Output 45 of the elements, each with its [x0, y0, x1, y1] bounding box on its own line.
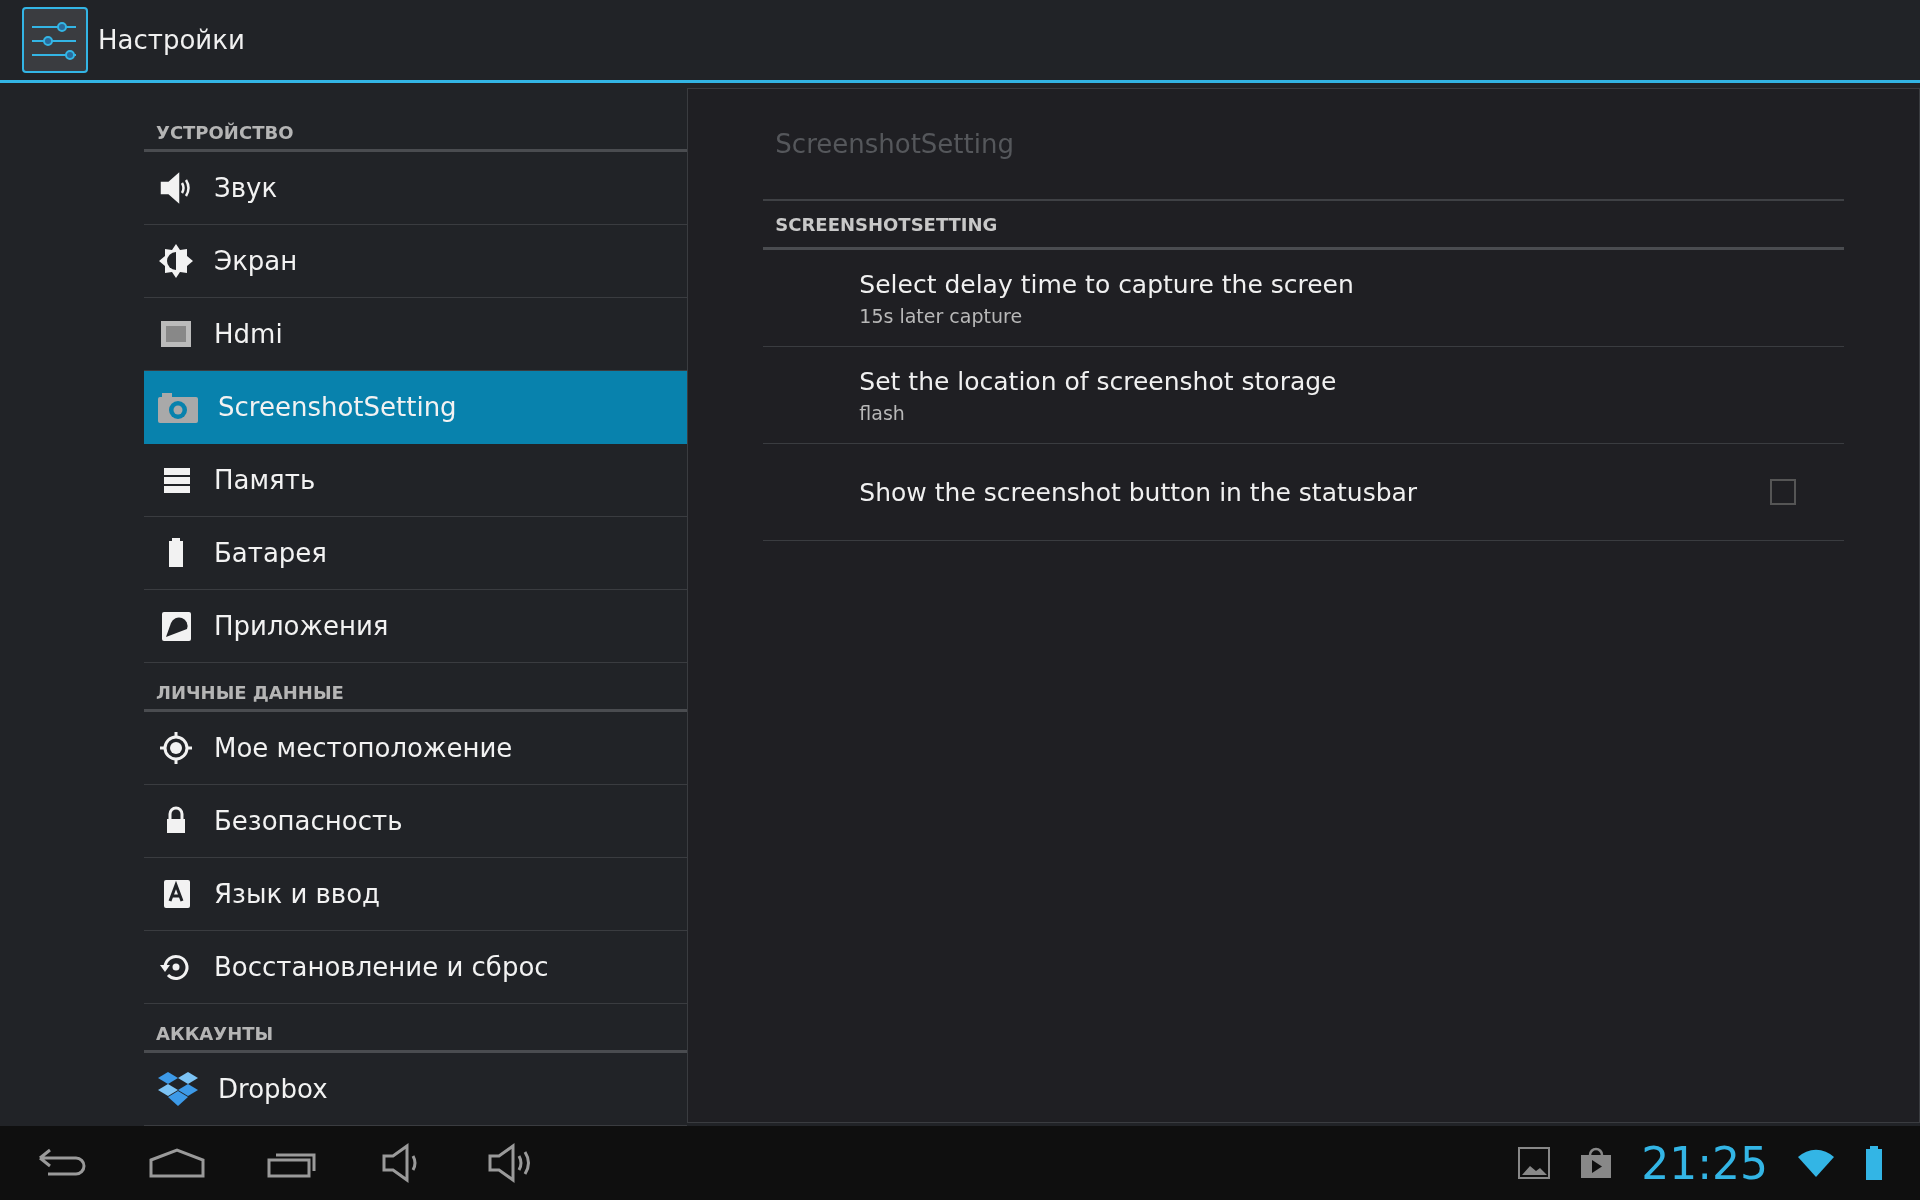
settings-item-label: Язык и ввод [214, 879, 381, 909]
settings-item-label: Восстановление и сброс [214, 952, 549, 982]
preference-row[interactable]: Select delay time to capture the screen 15s later capture [763, 250, 1844, 347]
settings-item[interactable]: Экран [144, 225, 688, 298]
settings-item[interactable]: Мое местоположение [144, 712, 688, 785]
settings-item-label: Мое местоположение [214, 733, 513, 763]
dropbox-icon [156, 1069, 200, 1109]
preference-summary: 15s later capture [859, 304, 1024, 327]
settings-item[interactable]: Язык и ввод [144, 858, 688, 931]
preference-title: Select delay time to capture the screen [859, 269, 1355, 299]
preference-row[interactable]: Show the screenshot button in the statusbar [763, 444, 1844, 541]
preference-title: Show the screenshot button in the statusbar [859, 477, 1419, 507]
settings-item[interactable]: Память [144, 444, 688, 517]
settings-item-label: Память [214, 465, 316, 495]
settings-item-label: Hdmi [214, 319, 283, 349]
category-header: SCREENSHOTSETTING [763, 201, 1844, 250]
settings-item-label: ScreenshotSetting [218, 392, 457, 422]
panel-title: ScreenshotSetting [763, 89, 1844, 201]
settings-item-label: Безопасность [214, 806, 403, 836]
clock: 21:25 [1641, 1137, 1768, 1189]
checkbox[interactable] [1770, 479, 1796, 505]
settings-item-label: Батарея [214, 538, 327, 568]
settings-item[interactable]: Безопасность [144, 785, 688, 858]
home-icon[interactable] [148, 1146, 206, 1180]
gallery-icon[interactable] [1517, 1146, 1552, 1180]
settings-item-label: Dropbox [218, 1074, 328, 1104]
settings-item[interactable]: ScreenshotSetting [144, 371, 688, 444]
settings-item-label: Звук [214, 173, 278, 203]
section-header-text: УСТРОЙСТВО [156, 122, 294, 145]
preference-title: Set the location of screenshot storage [859, 366, 1338, 396]
section-header-text: АККАУНТЫ [156, 1023, 274, 1046]
preference-row[interactable]: Set the location of screenshot storage flash [763, 347, 1844, 444]
battery-icon [1864, 1145, 1884, 1181]
settings-item[interactable]: Восстановление и сброс [144, 931, 688, 1004]
settings-item[interactable]: Приложения [144, 590, 688, 663]
settings-item-label: Экран [214, 246, 298, 276]
wifi-icon [1796, 1147, 1836, 1179]
preference-summary: flash [859, 401, 906, 424]
settings-item[interactable]: Звук [144, 152, 688, 225]
settings-item-label: Приложения [214, 611, 389, 641]
settings-sliders-icon[interactable] [22, 7, 88, 73]
section-header-text: ЛИЧНЫЕ ДАННЫЕ [156, 682, 344, 705]
app-title: Настройки [98, 25, 245, 55]
shopping-bag-icon[interactable] [1579, 1146, 1614, 1180]
settings-item[interactable]: Батарея [144, 517, 688, 590]
